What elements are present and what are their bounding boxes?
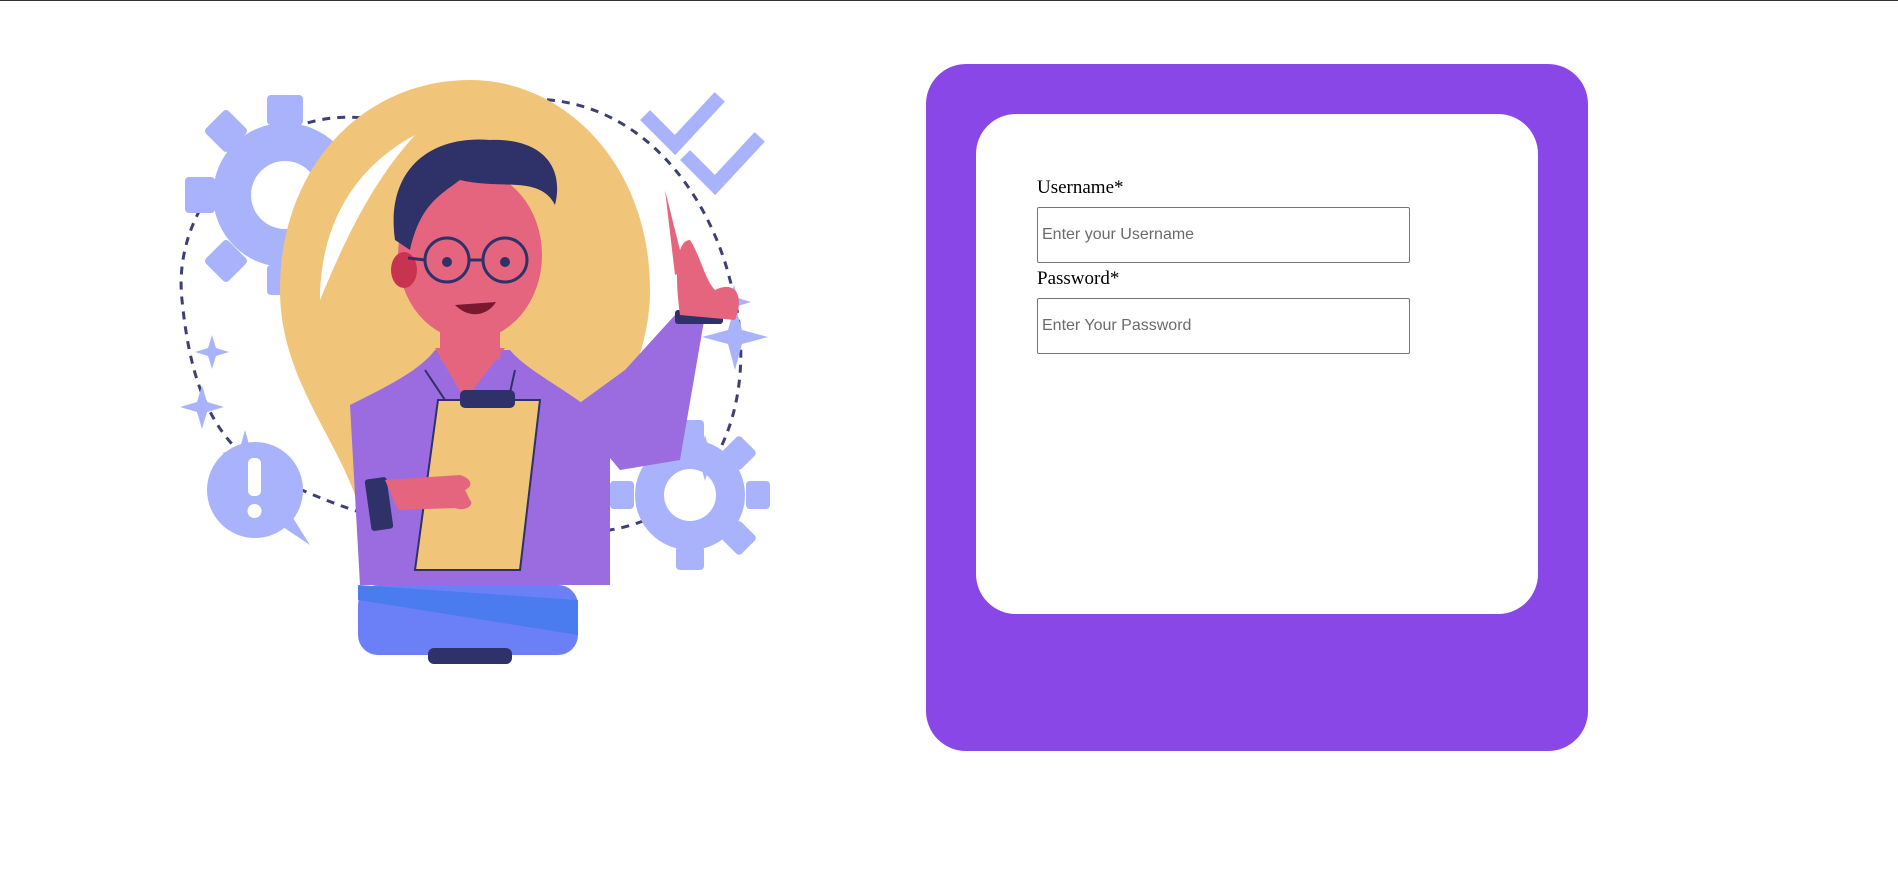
login-panel: Username* Password* — [926, 64, 1588, 751]
login-form: Username* Password* — [1037, 176, 1417, 358]
exclamation-icon — [207, 442, 310, 545]
password-input[interactable] — [1037, 298, 1410, 354]
window-top-border — [0, 0, 1898, 1]
teacher-lightbulb-illustration — [179, 80, 770, 664]
username-label: Username* — [1037, 177, 1124, 198]
login-card: Username* Password* — [976, 114, 1538, 614]
password-label: Password* — [1037, 268, 1120, 289]
username-input[interactable] — [1037, 207, 1410, 263]
checkmark-icon — [640, 92, 765, 196]
